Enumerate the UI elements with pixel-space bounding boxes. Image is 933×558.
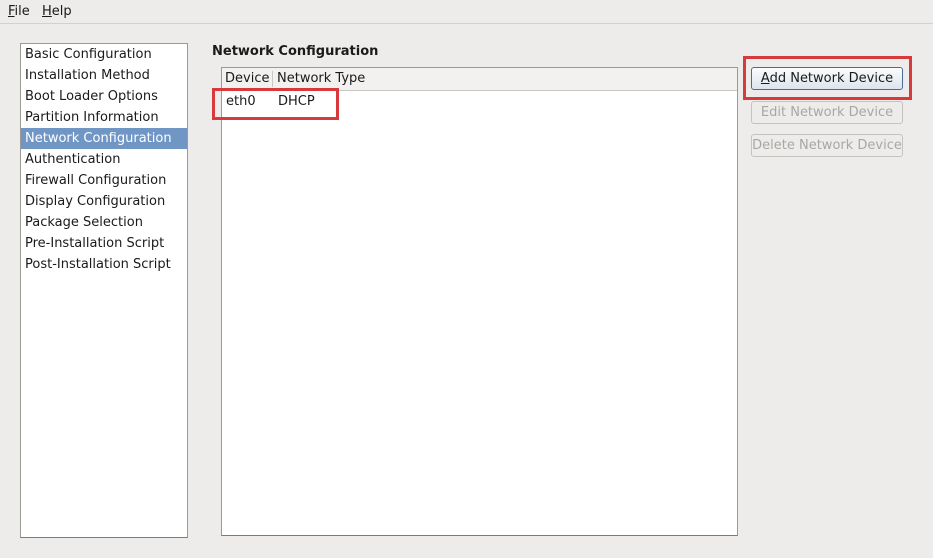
menu-file[interactable]: File	[8, 4, 30, 19]
sidebar-item-post-installation-script[interactable]: Post-Installation Script	[21, 254, 187, 275]
page-title: Network Configuration	[212, 44, 379, 59]
sidebar-item-display-configuration[interactable]: Display Configuration	[21, 191, 187, 212]
column-separator	[272, 71, 273, 87]
sidebar-item-partition-information[interactable]: Partition Information	[21, 107, 187, 128]
menu-help-mnemonic: H	[42, 4, 52, 19]
sidebar-item-installation-method[interactable]: Installation Method	[21, 65, 187, 86]
sidebar-item-basic-configuration[interactable]: Basic Configuration	[21, 44, 187, 65]
sidebar-item-network-configuration[interactable]: Network Configuration	[21, 128, 187, 149]
menu-help-label: elp	[51, 4, 72, 19]
delete-network-device-button[interactable]: Delete Network Device	[751, 134, 903, 157]
column-header-network-type[interactable]: Network Type	[277, 71, 365, 86]
menubar: File Help	[0, 0, 933, 24]
highlight-box-add-button	[743, 56, 912, 100]
network-device-table: Device Network Type eth0 DHCP	[221, 67, 738, 536]
sidebar-item-pre-installation-script[interactable]: Pre-Installation Script	[21, 233, 187, 254]
menu-help[interactable]: Help	[42, 4, 72, 19]
sidebar: Basic Configuration Installation Method …	[20, 43, 188, 538]
sidebar-item-firewall-configuration[interactable]: Firewall Configuration	[21, 170, 187, 191]
column-header-device[interactable]: Device	[225, 71, 269, 86]
highlight-box-table-row	[212, 88, 339, 120]
sidebar-item-boot-loader-options[interactable]: Boot Loader Options	[21, 86, 187, 107]
edit-network-device-button[interactable]: Edit Network Device	[751, 101, 903, 124]
sidebar-item-authentication[interactable]: Authentication	[21, 149, 187, 170]
sidebar-item-package-selection[interactable]: Package Selection	[21, 212, 187, 233]
menu-file-label: ile	[14, 4, 30, 19]
